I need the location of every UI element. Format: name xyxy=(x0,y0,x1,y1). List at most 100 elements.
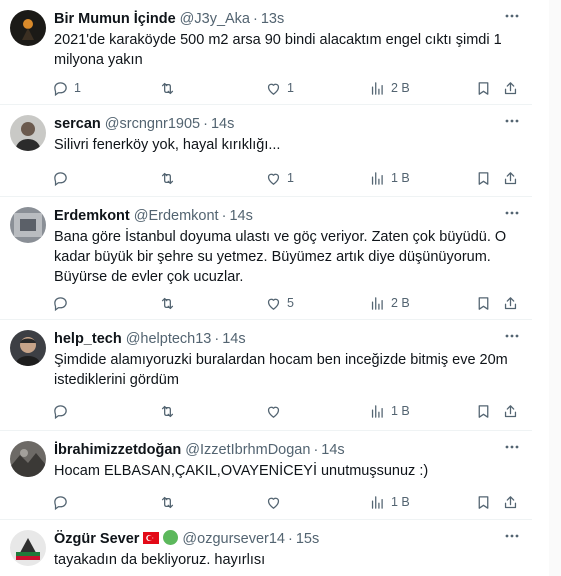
tweet-card[interactable]: sercan @srcngnr1905 · 14s Silivri fenerköy … xyxy=(0,105,532,197)
tweet-card[interactable]: Özgür Sever @ozgursever14 · 15s tayakadın d… xyxy=(0,520,532,576)
reply-icon xyxy=(52,80,69,97)
views-icon xyxy=(369,170,386,187)
avatar[interactable] xyxy=(10,330,46,366)
bookmark-icon xyxy=(475,170,492,187)
action-bar: 1 1 2 B xyxy=(0,78,532,98)
user-handle[interactable]: @IzzetIbrhmDogan xyxy=(185,442,310,458)
share-button[interactable] xyxy=(502,78,519,98)
views-button[interactable]: 1 B xyxy=(369,401,410,421)
display-name[interactable]: Erdemkont xyxy=(54,208,130,224)
retweet-icon xyxy=(159,295,176,312)
tweet-time[interactable]: 14s xyxy=(222,331,245,347)
bookmark-icon xyxy=(475,295,492,312)
more-icon[interactable] xyxy=(504,8,520,24)
views-button[interactable]: 2 B xyxy=(369,78,410,98)
more-icon[interactable] xyxy=(504,328,520,344)
tweet-text: Bana göre İstanbul doyuma ulastı ve göç … xyxy=(54,229,507,285)
green-circle-icon xyxy=(163,530,179,545)
like-icon xyxy=(265,494,282,511)
bookmark-button[interactable] xyxy=(475,401,492,421)
reply-button[interactable] xyxy=(52,401,74,421)
retweet-button[interactable] xyxy=(159,492,181,512)
tweet-card[interactable]: Bir Mumun İçinde @J3y_Aka · 13s 2021'de kar… xyxy=(0,0,532,105)
user-handle[interactable]: @srcngnr1905 xyxy=(105,116,200,132)
share-button[interactable] xyxy=(502,492,519,512)
tweet-time[interactable]: 14s xyxy=(229,208,252,224)
views-count: 1 B xyxy=(391,495,410,509)
like-button[interactable] xyxy=(265,401,287,421)
tweet-header: İbrahimizzetdoğan @IzzetIbrhmDogan · 14s xyxy=(54,440,502,460)
views-button[interactable]: 2 B xyxy=(369,293,410,313)
like-button[interactable]: 1 xyxy=(265,168,294,188)
display-name[interactable]: sercan xyxy=(54,116,101,132)
views-button[interactable]: 1 B xyxy=(369,492,410,512)
reply-icon xyxy=(52,295,69,312)
like-button[interactable] xyxy=(265,492,287,512)
like-button[interactable]: 5 xyxy=(265,293,294,313)
retweet-button[interactable] xyxy=(159,168,181,188)
retweet-icon xyxy=(159,80,176,97)
action-bar: 1 1 B xyxy=(0,168,532,188)
turkey-flag-icon xyxy=(143,530,160,544)
reply-count: 1 xyxy=(74,81,81,95)
avatar[interactable] xyxy=(10,207,46,243)
reply-timeline: Bir Mumun İçinde @J3y_Aka · 13s 2021'de kar… xyxy=(0,0,561,576)
reply-button[interactable] xyxy=(52,492,74,512)
display-name[interactable]: İbrahimizzetdoğan xyxy=(54,442,181,458)
reply-icon xyxy=(52,170,69,187)
separator-dot: · xyxy=(288,531,293,547)
more-icon[interactable] xyxy=(504,113,520,129)
user-handle[interactable]: @Erdemkont xyxy=(134,208,219,224)
tweet-header: Erdemkont @Erdemkont · 14s xyxy=(54,206,502,226)
retweet-button[interactable] xyxy=(159,293,181,313)
views-button[interactable]: 1 B xyxy=(369,168,410,188)
more-icon[interactable] xyxy=(504,528,520,544)
reply-icon xyxy=(52,494,69,511)
user-handle[interactable]: @J3y_Aka xyxy=(180,11,250,27)
tweet-time[interactable]: 15s xyxy=(296,531,319,547)
share-button[interactable] xyxy=(502,401,519,421)
tweet-time[interactable]: 14s xyxy=(321,442,344,458)
display-name[interactable]: Özgür Sever xyxy=(54,531,139,547)
reply-button[interactable] xyxy=(52,168,74,188)
tweet-card[interactable]: help_tech @helptech13 · 14s Şimdide alamıyo… xyxy=(0,320,532,431)
views-icon xyxy=(369,80,386,97)
share-button[interactable] xyxy=(502,293,519,313)
avatar[interactable] xyxy=(10,115,46,151)
like-button[interactable]: 1 xyxy=(265,78,294,98)
retweet-button[interactable] xyxy=(159,78,181,98)
avatar[interactable] xyxy=(10,441,46,477)
bookmark-button[interactable] xyxy=(475,293,492,313)
avatar[interactable] xyxy=(10,530,46,566)
tweet-time[interactable]: 14s xyxy=(211,116,234,132)
share-button[interactable] xyxy=(502,168,519,188)
action-bar: 1 B xyxy=(0,401,532,421)
separator-dot: · xyxy=(203,116,208,132)
tweet-card[interactable]: Erdemkont @Erdemkont · 14s Bana göre İstanb… xyxy=(0,197,532,320)
tweet-text: Hocam ELBASAN,ÇAKIL,OVAYENİCEYİ unutmuşs… xyxy=(54,463,429,479)
bookmark-button[interactable] xyxy=(475,78,492,98)
reply-button[interactable]: 1 xyxy=(52,78,81,98)
user-handle[interactable]: @helptech13 xyxy=(126,331,212,347)
reply-button[interactable] xyxy=(52,293,74,313)
retweet-icon xyxy=(159,494,176,511)
more-icon[interactable] xyxy=(504,205,520,221)
more-icon[interactable] xyxy=(504,439,520,455)
avatar[interactable] xyxy=(10,10,46,46)
share-icon xyxy=(502,403,519,420)
user-handle[interactable]: @ozgursever14 xyxy=(182,531,285,547)
scrollbar[interactable] xyxy=(549,0,561,576)
retweet-button[interactable] xyxy=(159,401,181,421)
separator-dot: · xyxy=(221,208,227,224)
like-count: 1 xyxy=(287,81,294,95)
display-name[interactable]: Bir Mumun İçinde xyxy=(54,11,176,27)
share-icon xyxy=(502,295,519,312)
tweet-text: Silivri fenerköy yok, hayal kırıklığı... xyxy=(54,137,281,153)
tweet-time[interactable]: 13s xyxy=(261,11,284,27)
display-name[interactable]: help_tech xyxy=(54,331,122,347)
bookmark-button[interactable] xyxy=(475,492,492,512)
bookmark-button[interactable] xyxy=(475,168,492,188)
share-icon xyxy=(502,170,519,187)
tweet-header: Özgür Sever @ozgursever14 · 15s xyxy=(54,529,502,549)
tweet-card[interactable]: İbrahimizzetdoğan @IzzetIbrhmDogan · 14s Ho… xyxy=(0,431,532,520)
